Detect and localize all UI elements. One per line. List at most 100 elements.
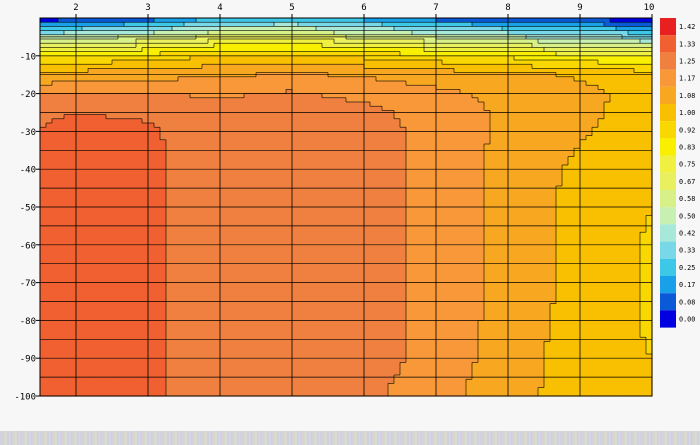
contour-cell [496, 64, 503, 69]
contour-cell [484, 85, 491, 90]
contour-cell [448, 131, 455, 137]
contour-cell [376, 156, 383, 162]
contour-cell [364, 177, 371, 183]
contour-cell [238, 198, 245, 204]
contour-cell [532, 97, 539, 103]
contour-cell [154, 102, 161, 107]
contour-cell [250, 81, 257, 86]
contour-cell [52, 123, 59, 128]
contour-cell [220, 181, 227, 187]
contour-cell [478, 219, 485, 225]
contour-cell [472, 106, 479, 111]
contour-cell [472, 55, 479, 61]
contour-cell [112, 102, 119, 107]
contour-cell [640, 198, 647, 204]
contour-cell [640, 152, 647, 158]
contour-cell [526, 118, 533, 124]
contour-cell [220, 211, 227, 216]
contour-cell [160, 160, 167, 166]
contour-cell [292, 144, 299, 149]
contour-cell [322, 169, 329, 174]
contour-cell [418, 85, 425, 90]
contour-cell [64, 194, 71, 200]
contour-cell [328, 181, 335, 187]
contour-cell [466, 177, 473, 183]
contour-cell [478, 76, 485, 82]
contour-cell [250, 76, 257, 82]
contour-cell [238, 81, 245, 86]
contour-cell [562, 76, 569, 82]
contour-cell [436, 156, 443, 162]
contour-cell [370, 131, 377, 137]
contour-cell [88, 81, 95, 86]
contour-cell [46, 173, 53, 179]
contour-cell [484, 152, 491, 158]
contour-cell [604, 215, 611, 221]
contour-cell [604, 181, 611, 187]
contour-cell [556, 173, 563, 179]
contour-cell [250, 160, 257, 166]
contour-cell [316, 144, 323, 149]
contour-cell [64, 114, 71, 120]
contour-cell [58, 85, 65, 90]
contour-cell [466, 181, 473, 187]
contour-cell [244, 139, 251, 145]
contour-cell [244, 135, 251, 141]
contour-cell [208, 76, 215, 82]
contour-cell [376, 144, 383, 149]
contour-cell [220, 173, 227, 179]
contour-cell [454, 97, 461, 103]
contour-cell [76, 93, 83, 99]
contour-cell [178, 177, 185, 183]
contour-cell [496, 139, 503, 145]
contour-cell [88, 123, 95, 128]
contour-cell [82, 123, 89, 128]
contour-cell [514, 215, 521, 221]
contour-cell [304, 123, 311, 128]
contour-cell [490, 123, 497, 128]
contour-cell [550, 114, 557, 120]
contour-cell [520, 177, 527, 183]
contour-cell [640, 114, 647, 120]
contour-cell [274, 123, 281, 128]
contour-cell [628, 85, 635, 90]
contour-cell [166, 207, 173, 212]
contour-cell [82, 207, 89, 212]
contour-cell [256, 118, 263, 124]
contour-cell [352, 194, 359, 200]
contour-cell [628, 81, 635, 86]
contour-cell [640, 85, 647, 90]
contour-cell [226, 207, 233, 212]
contour-cell [220, 81, 227, 86]
contour-cell [532, 173, 539, 179]
contour-cell [436, 181, 443, 187]
contour-cell [178, 93, 185, 99]
contour-cell [514, 114, 521, 120]
contour-cell [262, 160, 269, 166]
contour-cell [532, 219, 539, 225]
contour-cell [526, 144, 533, 149]
contour-cell [322, 114, 329, 120]
contour-cell [622, 194, 629, 200]
contour-cell [196, 55, 203, 61]
contour-cell [634, 219, 641, 225]
contour-cell [208, 198, 215, 204]
contour-cell [184, 211, 191, 216]
contour-cell [640, 207, 647, 212]
contour-cell [226, 114, 233, 120]
contour-cell [256, 43, 263, 48]
contour-cell [166, 173, 173, 179]
contour-cell [382, 144, 389, 149]
contour-cell [508, 81, 515, 86]
contour-cell [172, 215, 179, 221]
contour-cell [88, 97, 95, 103]
contour-cell [292, 102, 299, 107]
contour-cell [208, 207, 215, 212]
contour-cell [520, 131, 527, 137]
contour-cell [580, 93, 587, 99]
contour-cell [244, 219, 251, 225]
contour-cell [130, 181, 137, 187]
contour-cell [280, 102, 287, 107]
contour-cell [340, 135, 347, 141]
contour-cell [448, 144, 455, 149]
